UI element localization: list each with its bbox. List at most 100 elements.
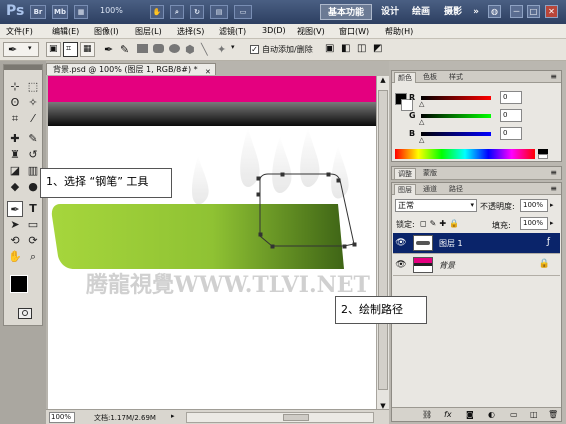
workspace-essentials[interactable]: 基本功能	[320, 4, 372, 20]
menu-image[interactable]: 图像(I)	[94, 26, 119, 37]
custom-shape-icon[interactable]: ✦	[217, 43, 229, 56]
tool-preset-picker[interactable]: ✒ ▾	[3, 42, 39, 57]
horizontal-scrollbar[interactable]	[186, 412, 374, 423]
horizontal-scroll-thumb[interactable]	[283, 414, 309, 421]
subtract-from-path-area-icon[interactable]: ◧	[341, 43, 353, 55]
new-layer-icon[interactable]: ◫	[530, 410, 538, 419]
fill-field[interactable]: 100%	[520, 217, 548, 230]
tab-masks[interactable]: 蒙版	[420, 168, 440, 179]
menu-edit[interactable]: 编辑(E)	[52, 26, 79, 37]
layer-effects-icon[interactable]: ƒ	[547, 237, 550, 247]
zoom-level-dropdown[interactable]: 100%	[100, 6, 123, 15]
new-group-icon[interactable]: ▭	[510, 410, 518, 419]
hand-tool-icon[interactable]: ✋	[150, 5, 164, 19]
eraser-tool-icon[interactable]: ◪	[7, 163, 23, 179]
panel-menu-icon[interactable]: ≡	[550, 72, 557, 81]
opacity-arrow-icon[interactable]: ▸	[550, 201, 554, 209]
mini-bridge-button[interactable]: Mb	[52, 5, 68, 19]
layer-style-icon[interactable]: fx	[444, 410, 452, 419]
tab-channels[interactable]: 通道	[420, 184, 440, 195]
panel-menu-icon[interactable]: ≡	[550, 184, 557, 193]
freeform-pen-icon[interactable]: ✎	[120, 43, 132, 56]
auto-add-delete-checkbox[interactable]: ✓	[250, 45, 259, 54]
bridge-button[interactable]: Br	[30, 5, 46, 19]
scroll-up-arrow[interactable]: ▲	[378, 76, 388, 86]
polygon-shape-icon[interactable]: ⬢	[185, 43, 197, 56]
blend-mode-select[interactable]: 正常 ▾	[395, 199, 477, 212]
tab-paths[interactable]: 路径	[446, 184, 466, 195]
screen-mode-button[interactable]: ▭	[234, 5, 252, 19]
minimize-button[interactable]: －	[510, 5, 523, 18]
dodge-tool-icon[interactable]: ●	[25, 179, 41, 195]
exclude-overlapping-icon[interactable]: ◩	[373, 43, 385, 55]
move-tool-icon[interactable]: ⊹	[7, 79, 23, 95]
vertical-scroll-thumb[interactable]	[378, 90, 388, 390]
more-workspaces-button[interactable]: »	[470, 4, 482, 20]
zoom-field[interactable]: 100%	[49, 412, 75, 423]
layer-name[interactable]: 背景	[439, 260, 455, 271]
eye-icon[interactable]: 👁	[395, 237, 407, 249]
lock-options-icons[interactable]: ◻✎✚🔒	[420, 219, 462, 228]
add-to-path-area-icon[interactable]: ▣	[325, 43, 337, 55]
red-slider-track[interactable]	[421, 96, 491, 100]
quick-mask-button[interactable]	[18, 308, 32, 319]
red-value-field[interactable]: 0	[500, 91, 522, 104]
line-shape-icon[interactable]: ╲	[201, 43, 213, 56]
pen-tool-icon[interactable]: ✒	[7, 201, 23, 217]
delete-layer-icon[interactable]: 🗑	[548, 410, 558, 419]
hand-tool-icon[interactable]: ✋	[7, 249, 23, 265]
lasso-tool-icon[interactable]: ʘ	[7, 95, 23, 111]
green-slider-handle[interactable]: △	[419, 118, 424, 126]
eye-icon[interactable]: 👁	[395, 259, 407, 271]
workspace-painting[interactable]: 绘画	[408, 4, 434, 20]
tab-color[interactable]: 颜色	[394, 72, 416, 83]
green-value-field[interactable]: 0	[500, 109, 522, 122]
fill-pixels-mode-button[interactable]: ▦	[80, 42, 95, 57]
blue-slider-handle[interactable]: △	[419, 136, 424, 144]
layer-row-background[interactable]: 👁 背景 🔒	[393, 255, 560, 276]
intersect-path-areas-icon[interactable]: ◫	[357, 43, 369, 55]
pen-icon[interactable]: ✒	[104, 43, 116, 56]
canvas[interactable]: 腾龍視覺WWW.TLVI.NET	[48, 76, 376, 412]
chevron-down-icon[interactable]: ▾	[231, 43, 243, 55]
menu-select[interactable]: 选择(S)	[177, 26, 204, 37]
rotate-view-icon[interactable]: ↻	[190, 5, 204, 19]
spot-healing-tool-icon[interactable]: ✚	[7, 131, 23, 147]
fill-arrow-icon[interactable]: ▸	[550, 219, 554, 227]
tab-styles[interactable]: 样式	[446, 72, 466, 83]
status-menu-arrow[interactable]: ▸	[171, 412, 175, 420]
workspace-photography[interactable]: 摄影	[440, 4, 466, 20]
menu-view[interactable]: 视图(V)	[297, 26, 325, 37]
menu-window[interactable]: 窗口(W)	[339, 26, 369, 37]
shape-tool-icon[interactable]: ▭	[25, 217, 41, 233]
zoom-tool-icon[interactable]: ⌕	[170, 5, 184, 19]
layer-name[interactable]: 图层 1	[439, 238, 463, 249]
red-slider-handle[interactable]: △	[419, 100, 424, 108]
crop-tool-icon[interactable]: ⌗	[7, 111, 23, 127]
workspace-design[interactable]: 设计	[378, 4, 402, 20]
add-mask-icon[interactable]: ◙	[466, 410, 474, 419]
rectangular-marquee-tool-icon[interactable]: ⬚	[25, 79, 41, 95]
menu-filter[interactable]: 滤镜(T)	[219, 26, 246, 37]
history-brush-tool-icon[interactable]: ↺	[25, 147, 41, 163]
rounded-rectangle-shape-icon[interactable]	[153, 43, 165, 55]
menu-3d[interactable]: 3D(D)	[262, 26, 286, 35]
color-ramp[interactable]	[395, 149, 535, 159]
close-button[interactable]: ✕	[545, 5, 558, 18]
rectangle-shape-icon[interactable]	[137, 43, 149, 55]
menu-file[interactable]: 文件(F)	[6, 26, 33, 37]
blur-tool-icon[interactable]: ◆	[7, 179, 23, 195]
cs-live-icon[interactable]: ◍	[488, 5, 501, 18]
maximize-button[interactable]: □	[527, 5, 540, 18]
ellipse-shape-icon[interactable]	[169, 43, 181, 55]
blue-slider-track[interactable]	[421, 132, 491, 136]
menu-layer[interactable]: 图层(L)	[135, 26, 162, 37]
menu-help[interactable]: 帮助(H)	[385, 26, 413, 37]
3d-rotate-tool-icon[interactable]: ⟲	[7, 233, 23, 249]
path-selection-tool-icon[interactable]: ➤	[7, 217, 23, 233]
panel-menu-icon[interactable]: ≡	[550, 168, 557, 177]
white-swatch[interactable]	[538, 154, 548, 159]
type-tool-icon[interactable]: T	[25, 201, 41, 217]
zoom-tool-icon[interactable]: ⌕	[25, 249, 41, 265]
document-tab[interactable]: 背景.psd @ 100% (图层 1, RGB/8#) * ✕	[46, 63, 216, 76]
